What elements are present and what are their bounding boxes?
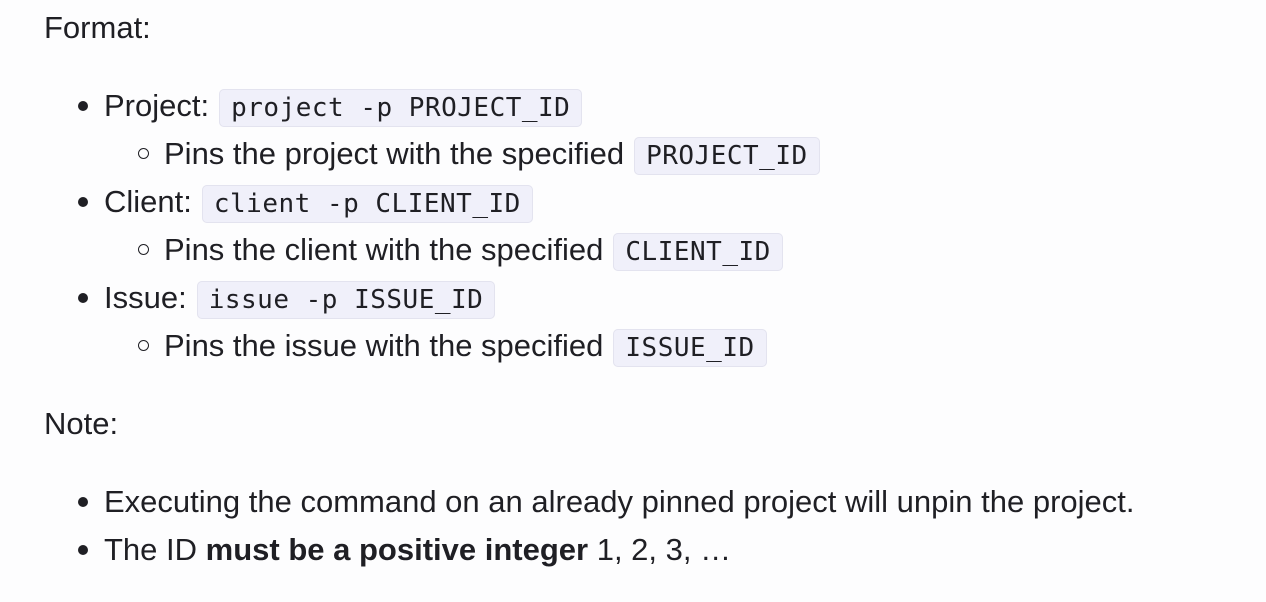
- item-label: Client:: [104, 184, 192, 219]
- id-code: PROJECT_ID: [634, 137, 820, 175]
- note-text-after: 1, 2, 3, …: [588, 532, 732, 567]
- format-item-issue: Issue: issue -p ISSUE_ID: [44, 274, 820, 322]
- bullet-icon: [78, 101, 88, 111]
- item-label: Project:: [104, 88, 210, 123]
- circle-bullet-icon: [138, 244, 149, 255]
- circle-bullet-icon: [138, 340, 149, 351]
- circle-bullet-icon: [138, 148, 149, 159]
- format-subitem-client: Pins the client with the specified CLIENT…: [44, 226, 820, 274]
- note-heading: Note:: [44, 406, 119, 441]
- note-item: Executing the command on an already pinn…: [44, 478, 1135, 526]
- note-text-before: The ID: [104, 532, 206, 567]
- format-list: Project: project -p PROJECT_ID Pins the p…: [44, 82, 820, 370]
- command-code: client -p CLIENT_ID: [201, 185, 533, 223]
- item-label: Issue:: [104, 280, 187, 315]
- format-item-project: Project: project -p PROJECT_ID: [44, 82, 820, 130]
- bullet-icon: [78, 197, 88, 207]
- bullet-icon: [78, 545, 88, 555]
- subitem-text: Pins the project with the specified: [164, 136, 625, 171]
- format-heading: Format:: [44, 10, 151, 45]
- bullet-icon: [78, 497, 88, 507]
- note-text: Executing the command on an already pinn…: [104, 484, 1135, 519]
- subitem-text: Pins the client with the specified: [164, 232, 604, 267]
- format-subitem-project: Pins the project with the specified PROJE…: [44, 130, 820, 178]
- bullet-icon: [78, 293, 88, 303]
- id-code: CLIENT_ID: [613, 233, 783, 271]
- note-list: Executing the command on an already pinn…: [44, 478, 1135, 574]
- format-subitem-issue: Pins the issue with the specified ISSUE_I…: [44, 322, 820, 370]
- note-bold-text: must be a positive integer: [205, 532, 589, 567]
- subitem-text: Pins the issue with the specified: [164, 328, 604, 363]
- command-code: project -p PROJECT_ID: [219, 89, 583, 127]
- note-item: The ID must be a positive integer 1, 2, …: [44, 526, 1135, 574]
- command-code: issue -p ISSUE_ID: [196, 281, 496, 319]
- format-item-client: Client: client -p CLIENT_ID: [44, 178, 820, 226]
- id-code: ISSUE_ID: [613, 329, 767, 367]
